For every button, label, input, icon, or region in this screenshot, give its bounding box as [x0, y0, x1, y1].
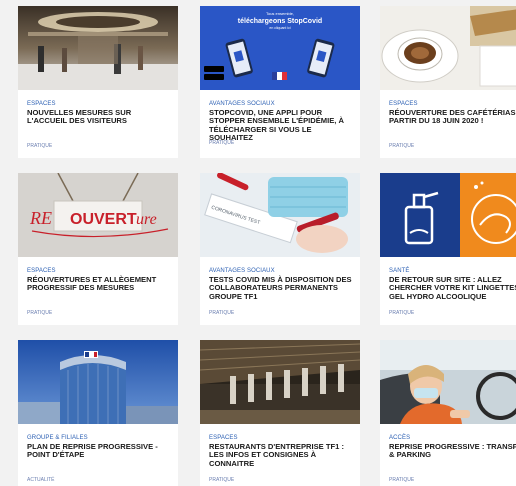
card-title[interactable]: REPRISE PROGRESSIVE : TRANSPORT & PARKIN… [389, 442, 516, 460]
article-card[interactable]: Tous ensemble, téléchargeons StopCovid e… [200, 6, 360, 158]
card-category: ESPACES [209, 435, 238, 441]
article-card[interactable]: RE OUVERT ure ESPACES RÉOUVERTURES ET AL… [18, 173, 178, 325]
card-category: SANTÉ [389, 268, 410, 274]
card-category: ACCÈS [389, 435, 411, 441]
coffee-image[interactable] [380, 6, 516, 90]
sign-ouvert: OUVERT [70, 211, 137, 228]
article-card[interactable]: ESPACES RÉOUVERTURE DES CAFÉTÉRIAS À PAR… [380, 6, 516, 158]
stopcovid-image[interactable]: Tous ensemble, téléchargeons StopCovid e… [200, 6, 360, 90]
driver-mask-image[interactable] [380, 340, 516, 424]
covid-test-image[interactable]: CORONAVIRUS TEST [200, 173, 360, 257]
card-tag: ACTUALITÉ [27, 477, 55, 483]
sign-re: RE [29, 208, 52, 228]
card-title[interactable]: RÉOUVERTURES ET ALLÈGEMENT PROGRESSIF DE… [27, 275, 173, 293]
article-card[interactable]: ESPACES NOUVELLES MESURES SUR L'ACCUEIL … [18, 6, 178, 158]
card-tag: PRATIQUE [389, 310, 415, 316]
card-title[interactable]: TESTS COVID MIS À DISPOSITION DES COLLAB… [209, 275, 355, 301]
reopening-sign-image[interactable]: RE OUVERT ure [18, 173, 178, 257]
card-category: GROUPE & FILIALES [27, 435, 88, 441]
card-tag: PRATIQUE [389, 143, 415, 149]
stopcovid-line3: en cliquant ici [269, 26, 290, 30]
article-card[interactable]: GROUPE & FILIALES PLAN DE REPRISE PROGRE… [18, 340, 178, 486]
card-title[interactable]: RÉOUVERTURE DES CAFÉTÉRIAS À PARTIR DU 1… [389, 108, 516, 126]
card-tag: PRATIQUE [209, 140, 235, 146]
hand-gel-image[interactable] [380, 173, 516, 257]
card-title[interactable]: RESTAURANTS D'ENTREPRISE TF1 : LES INFOS… [209, 442, 355, 468]
tf1-tower-image[interactable] [18, 340, 178, 424]
stopcovid-line1: Tous ensemble, [266, 11, 294, 16]
article-card[interactable]: ESPACES RESTAURANTS D'ENTREPRISE TF1 : L… [200, 340, 360, 486]
card-category: AVANTAGES SOCIAUX [209, 268, 275, 274]
card-tag: PRATIQUE [209, 477, 235, 483]
card-tag: PRATIQUE [27, 310, 53, 316]
sign-ure: ure [136, 211, 157, 228]
card-title[interactable]: STOPCOVID, UNE APPLI POUR STOPPER ENSEMB… [209, 108, 355, 143]
card-category: ESPACES [389, 101, 418, 107]
card-category: ESPACES [27, 101, 56, 107]
article-card[interactable]: ACCÈS REPRISE PROGRESSIVE : TRANSPORT & … [380, 340, 516, 486]
card-tag: PRATIQUE [389, 477, 415, 483]
restaurant-image[interactable] [200, 340, 360, 424]
card-title[interactable]: DE RETOUR SUR SITE : ALLEZ CHERCHER VOTR… [389, 275, 516, 301]
card-title[interactable]: PLAN DE REPRISE PROGRESSIVE - POINT D'ÉT… [27, 442, 173, 460]
card-tag: PRATIQUE [209, 310, 235, 316]
card-title[interactable]: NOUVELLES MESURES SUR L'ACCUEIL DES VISI… [27, 108, 173, 126]
lobby-image[interactable] [18, 6, 178, 90]
article-card[interactable]: CORONAVIRUS TEST AVANTAGES SOCIAUX TESTS… [200, 173, 360, 325]
card-category: AVANTAGES SOCIAUX [209, 101, 275, 107]
stopcovid-line2: téléchargeons StopCovid [238, 18, 322, 25]
article-card[interactable]: SANTÉ DE RETOUR SUR SITE : ALLEZ CHERCHE… [380, 173, 516, 325]
card-tag: PRATIQUE [27, 143, 53, 149]
card-category: ESPACES [27, 268, 56, 274]
